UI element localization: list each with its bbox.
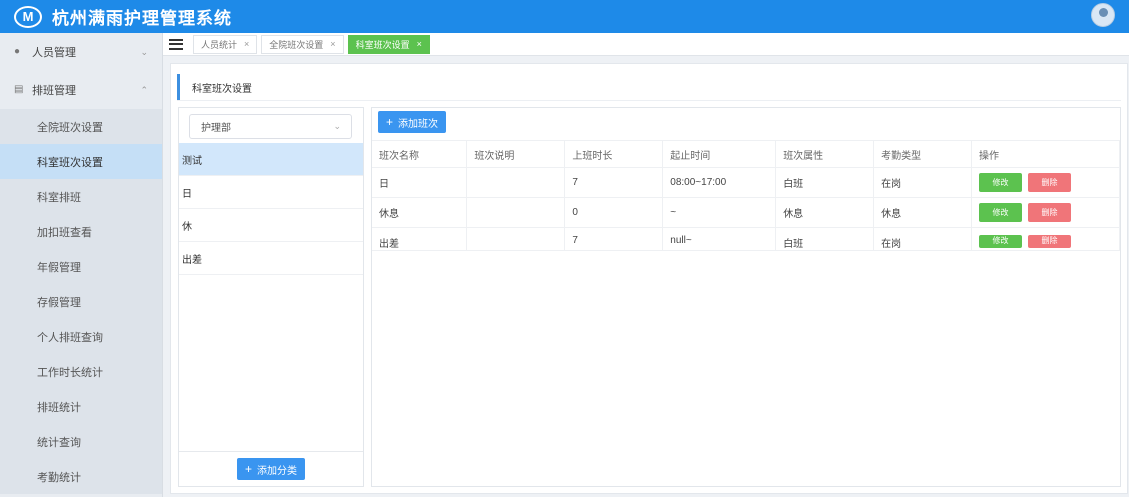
category-list: 测试 日 休 出差 [179,143,363,275]
category-item[interactable]: 出差 [179,242,363,275]
app-title: 杭州满雨护理管理系统 [52,9,232,28]
schedule-submenu: 全院班次设置 科室班次设置 科室排班 加扣班查看 年假管理 存假管理 个人排班查… [0,109,162,494]
cell-shift-desc [466,167,566,198]
tab-staff-stats[interactable]: 人员统计 × [193,34,258,54]
cell-time-range: 08:00~17:00 [662,167,777,198]
menu-group-label: 排班管理 [32,85,76,97]
cell-attendance-type: 休息 [873,197,973,228]
cell-shift-desc [466,197,566,228]
column-header[interactable]: 班次名称 [372,140,468,168]
edit-button[interactable]: 修改 [979,235,1023,248]
tab-label: 科室班次设置 [355,39,410,50]
column-header[interactable]: 考勤类型 [873,140,973,168]
category-footer: + 添加分类 [179,451,363,486]
shift-table: 班次名称 班次说明 上班时长 起止时间 班次属性 考勤类型 操作 日 7 08:… [372,140,1120,251]
sidebar-item-dept-scheduling[interactable]: 科室排班 [0,179,162,214]
chevron-up-icon: ⌃ [140,84,148,95]
menu-toggle-icon[interactable] [169,38,183,50]
sidebar-item-overtime-view[interactable]: 加扣班查看 [0,214,162,249]
tab-label: 人员统计 [201,39,238,50]
sidebar-item-work-hours-stats[interactable]: 工作时长统计 [0,354,162,389]
person-icon: ● [14,46,21,57]
sidebar-item-annual-leave[interactable]: 年假管理 [0,249,162,284]
cell-shift-desc [466,227,566,251]
chevron-down-icon: ⌄ [333,121,341,131]
sidebar-item-schedule-stats[interactable]: 排班统计 [0,389,162,424]
table-row: 日 7 08:00~17:00 白班 在岗 修改 删除 [372,167,1120,198]
app-logo: M [14,5,42,28]
cell-actions: 修改 删除 [971,197,1120,228]
column-header[interactable]: 上班时长 [564,140,664,168]
plus-icon: + [244,462,252,476]
plus-icon: + [386,115,394,129]
sidebar: ● 人员管理 ⌄ ▤ 排班管理 ⌃ 全院班次设置 科室班次设置 科室排班 加扣班… [0,33,163,497]
cell-work-hours: 7 [564,227,664,251]
cell-shift-attr: 休息 [775,197,875,228]
cell-work-hours: 7 [564,167,664,198]
cell-shift-attr: 白班 [775,167,875,198]
table-row: 休息 0 ~ 休息 休息 修改 删除 [372,197,1120,228]
category-item[interactable]: 休 [179,209,363,242]
menu-group-label: 人员管理 [32,47,76,59]
cell-shift-name: 日 [372,167,468,198]
sidebar-item-dept-shift-settings[interactable]: 科室班次设置 [0,144,162,179]
close-icon[interactable]: × [244,39,249,49]
sidebar-item-stats-query[interactable]: 统计查询 [0,424,162,459]
tab-hospital-shift-settings[interactable]: 全院班次设置 × [261,34,344,54]
sidebar-item-personal-schedule[interactable]: 个人排班查询 [0,319,162,354]
sidebar-item-attendance-stats[interactable]: 考勤统计 [0,459,162,494]
menu-group-schedule[interactable]: ▤ 排班管理 ⌃ [0,71,162,109]
edit-button[interactable]: 修改 [979,203,1023,222]
tabs-bar: 人员统计 × 全院班次设置 × 科室班次设置 × [163,33,1129,56]
delete-button[interactable]: 删除 [1028,173,1072,192]
table-header-row: 班次名称 班次说明 上班时长 起止时间 班次属性 考勤类型 操作 [372,140,1120,168]
close-icon[interactable]: × [417,39,422,49]
column-header: 操作 [971,140,1120,168]
category-item[interactable]: 测试 [179,143,363,176]
column-header[interactable]: 起止时间 [662,140,777,168]
user-avatar[interactable] [1091,3,1115,27]
close-icon[interactable]: × [330,39,335,49]
edit-button[interactable]: 修改 [979,173,1023,192]
table-row: 出差 7 null~ 白班 在岗 修改 删除 [372,227,1120,251]
column-header[interactable]: 班次说明 [466,140,566,168]
add-category-label: 添加分类 [257,465,297,477]
divider [177,100,1121,101]
cell-attendance-type: 在岗 [873,167,973,198]
sidebar-item-hospital-shift-settings[interactable]: 全院班次设置 [0,109,162,144]
top-header: M 杭州满雨护理管理系统 [0,0,1129,33]
chevron-down-icon: ⌄ [140,46,148,57]
tab-label: 全院班次设置 [269,39,324,50]
category-panel: 护理部 ⌄ 测试 日 休 出差 + 添加分类 [178,107,364,487]
main-card: 科室班次设置 护理部 ⌄ 测试 日 休 出差 + 添加分类 + 添加班次 班次名… [170,63,1128,494]
cell-actions: 修改 删除 [971,167,1120,198]
cell-time-range: null~ [662,227,777,251]
page-title: 科室班次设置 [177,74,1117,100]
category-item[interactable]: 日 [179,176,363,209]
add-shift-button[interactable]: + 添加班次 [378,111,447,133]
delete-button[interactable]: 删除 [1028,235,1072,248]
cell-shift-name: 出差 [372,227,468,251]
tab-dept-shift-settings[interactable]: 科室班次设置 × [347,34,430,54]
column-header[interactable]: 班次属性 [775,140,875,168]
table-toolbar: + 添加班次 [378,111,447,133]
cell-shift-name: 休息 [372,197,468,228]
department-select[interactable]: 护理部 ⌄ [189,114,352,139]
add-category-button[interactable]: + 添加分类 [236,458,305,480]
delete-button[interactable]: 删除 [1028,203,1072,222]
cell-work-hours: 0 [564,197,664,228]
calendar-icon: ▤ [14,84,24,95]
sidebar-item-saved-leave[interactable]: 存假管理 [0,284,162,319]
cell-shift-attr: 白班 [775,227,875,251]
department-select-value: 护理部 [201,123,231,134]
add-shift-label: 添加班次 [398,118,439,130]
cell-actions: 修改 删除 [971,227,1120,251]
menu-group-staff[interactable]: ● 人员管理 ⌄ [0,33,162,71]
cell-attendance-type: 在岗 [873,227,973,251]
cell-time-range: ~ [662,197,777,228]
shift-table-panel: + 添加班次 班次名称 班次说明 上班时长 起止时间 班次属性 考勤类型 操作 … [371,107,1121,487]
